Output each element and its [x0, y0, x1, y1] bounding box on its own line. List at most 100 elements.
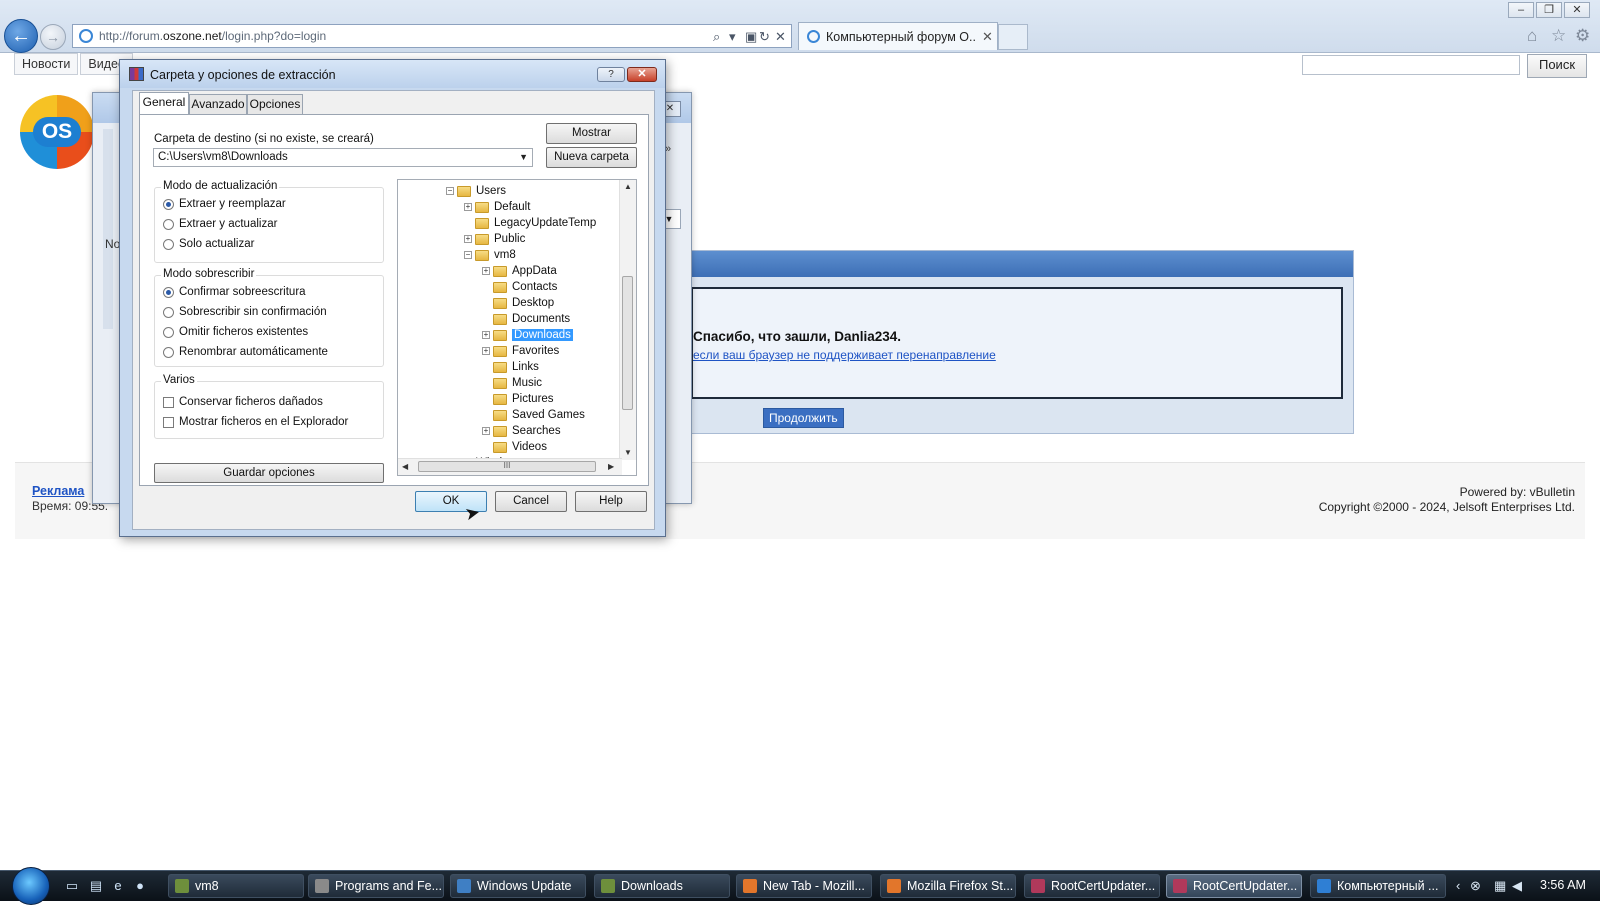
- folder-tree[interactable]: − Users + Default LegacyUpdateTemp + Public − vm…: [397, 179, 637, 476]
- overwrite-mode-option-1[interactable]: Sobrescribir sin confirmación: [163, 306, 327, 318]
- collapse-icon[interactable]: −: [446, 187, 454, 195]
- tree-vertical-scrollbar[interactable]: ▲ ▼: [619, 180, 636, 460]
- help-button[interactable]: Help: [575, 491, 647, 512]
- tree-node-label[interactable]: vm8: [494, 249, 516, 261]
- tree-node-label[interactable]: Music: [512, 377, 542, 389]
- tab-advanced[interactable]: Avanzado: [189, 94, 247, 114]
- footer-ad-link[interactable]: Реклама: [32, 484, 84, 498]
- home-icon[interactable]: ⌂: [1527, 26, 1537, 46]
- compatibility-icon[interactable]: ▣: [745, 29, 757, 45]
- tab-options[interactable]: Opciones: [247, 94, 303, 114]
- tree-node-label[interactable]: Favorites: [512, 345, 559, 357]
- tree-node-label[interactable]: Videos: [512, 441, 547, 453]
- tree-node[interactable]: Documents: [482, 311, 570, 327]
- tree-node[interactable]: Videos: [482, 439, 547, 455]
- tree-node-label[interactable]: Links: [512, 361, 539, 373]
- dropdown-icon[interactable]: ▾: [729, 29, 736, 45]
- oszone-logo[interactable]: OS: [20, 95, 94, 169]
- taskbar-item[interactable]: RootCertUpdater...: [1166, 874, 1302, 898]
- scroll-up-icon[interactable]: ▲: [624, 182, 632, 191]
- overwrite-mode-option-0[interactable]: Confirmar sobreescritura: [163, 286, 306, 298]
- volume-icon[interactable]: ◀: [1512, 878, 1522, 894]
- tree-node-label[interactable]: Searches: [512, 425, 561, 437]
- browser-tab[interactable]: Компьютерный форум О... ✕: [798, 22, 998, 50]
- update-mode-option-1[interactable]: Extraer y actualizar: [163, 218, 277, 230]
- taskbar-item[interactable]: Компьютерный ...: [1310, 874, 1446, 898]
- explorer-icon[interactable]: ▤: [88, 879, 104, 893]
- tree-node[interactable]: + Default: [464, 199, 530, 215]
- site-search-input[interactable]: [1302, 55, 1520, 75]
- gear-icon[interactable]: ⚙: [1575, 26, 1590, 46]
- tree-node[interactable]: Music: [482, 375, 542, 391]
- tab-close-icon[interactable]: ✕: [982, 29, 993, 45]
- tree-node[interactable]: Contacts: [482, 279, 557, 295]
- tree-node-label[interactable]: Saved Games: [512, 409, 585, 421]
- radio-button[interactable]: [163, 346, 174, 358]
- show-button[interactable]: Mostrar: [546, 123, 637, 144]
- window-close-button[interactable]: ✕: [1564, 2, 1590, 18]
- tree-node[interactable]: − Users: [446, 183, 506, 199]
- tray-expand-icon[interactable]: ‹: [1456, 878, 1460, 893]
- taskbar-item[interactable]: Windows Update: [450, 874, 586, 898]
- tree-node[interactable]: + Favorites: [482, 343, 559, 359]
- collapse-icon[interactable]: −: [464, 251, 472, 259]
- continue-button[interactable]: Продолжить: [763, 408, 844, 428]
- tree-node-label[interactable]: Users: [476, 185, 506, 197]
- tree-node[interactable]: Desktop: [482, 295, 554, 311]
- tree-node-label[interactable]: Default: [494, 201, 530, 213]
- taskbar-item[interactable]: New Tab - Mozill...: [736, 874, 872, 898]
- tree-node[interactable]: Saved Games: [482, 407, 585, 423]
- checkbox[interactable]: [163, 416, 174, 428]
- expand-icon[interactable]: +: [464, 235, 472, 243]
- tree-node-label[interactable]: Pictures: [512, 393, 554, 405]
- expand-icon[interactable]: +: [482, 427, 490, 435]
- misc-option-1[interactable]: Mostrar ficheros en el Explorador: [163, 416, 348, 428]
- tree-node[interactable]: + Public: [464, 231, 525, 247]
- tree-node[interactable]: + AppData: [482, 263, 557, 279]
- destination-path-combo[interactable]: C:\Users\vm8\Downloads ▼: [153, 148, 533, 167]
- tree-node[interactable]: LegacyUpdateTemp: [464, 215, 596, 231]
- expand-icon[interactable]: +: [482, 347, 490, 355]
- checkbox[interactable]: [163, 396, 174, 408]
- expand-icon[interactable]: +: [464, 203, 472, 211]
- scroll-right-icon[interactable]: ▶: [608, 462, 614, 471]
- overwrite-mode-option-2[interactable]: Omitir ficheros existentes: [163, 326, 308, 338]
- tree-node[interactable]: Links: [482, 359, 539, 375]
- favorites-star-icon[interactable]: ☆: [1551, 26, 1566, 46]
- taskbar-item[interactable]: Downloads: [594, 874, 730, 898]
- start-button[interactable]: [12, 867, 50, 905]
- address-bar[interactable]: http://forum.oszone.net/login.php?do=log…: [72, 24, 792, 48]
- scroll-thumb[interactable]: [622, 276, 633, 410]
- scroll-thumb[interactable]: III: [418, 461, 596, 472]
- stop-icon[interactable]: ✕: [775, 29, 786, 45]
- radio-button[interactable]: [163, 286, 174, 298]
- tray-alert-icon[interactable]: ⊗: [1470, 878, 1481, 894]
- site-nav-item-news[interactable]: Новости: [14, 53, 79, 75]
- tree-node-label[interactable]: Public: [494, 233, 525, 245]
- tree-node-label[interactable]: Desktop: [512, 297, 554, 309]
- dialog-help-icon-button[interactable]: ?: [597, 67, 625, 82]
- radio-button[interactable]: [163, 218, 174, 230]
- radio-button[interactable]: [163, 198, 174, 210]
- tab-general[interactable]: General: [139, 92, 189, 115]
- overwrite-mode-option-3[interactable]: Renombrar automáticamente: [163, 346, 328, 358]
- tree-node-label[interactable]: Contacts: [512, 281, 557, 293]
- scroll-left-icon[interactable]: ◀: [402, 462, 408, 471]
- tree-node-label[interactable]: Documents: [512, 313, 570, 325]
- new-folder-button[interactable]: Nueva carpeta: [546, 147, 637, 168]
- firefox-icon[interactable]: ●: [132, 879, 148, 893]
- ie-icon[interactable]: e: [110, 879, 126, 893]
- cancel-button[interactable]: Cancel: [495, 491, 567, 512]
- refresh-icon[interactable]: ↻: [759, 29, 770, 45]
- redirect-link[interactable]: если ваш браузер не поддерживает перенап…: [693, 348, 996, 362]
- misc-option-0[interactable]: Conservar ficheros dañados: [163, 396, 323, 408]
- save-options-button[interactable]: Guardar opciones: [154, 463, 384, 483]
- taskbar-item[interactable]: RootCertUpdater...: [1024, 874, 1160, 898]
- minimize-button[interactable]: ‒: [1508, 2, 1534, 18]
- tree-horizontal-scrollbar[interactable]: ◀ III ▶: [398, 458, 622, 475]
- new-tab-button[interactable]: [998, 24, 1028, 50]
- tree-node[interactable]: Pictures: [482, 391, 554, 407]
- tree-node-label[interactable]: AppData: [512, 265, 557, 277]
- restore-button[interactable]: ❐: [1536, 2, 1562, 18]
- radio-button[interactable]: [163, 326, 174, 338]
